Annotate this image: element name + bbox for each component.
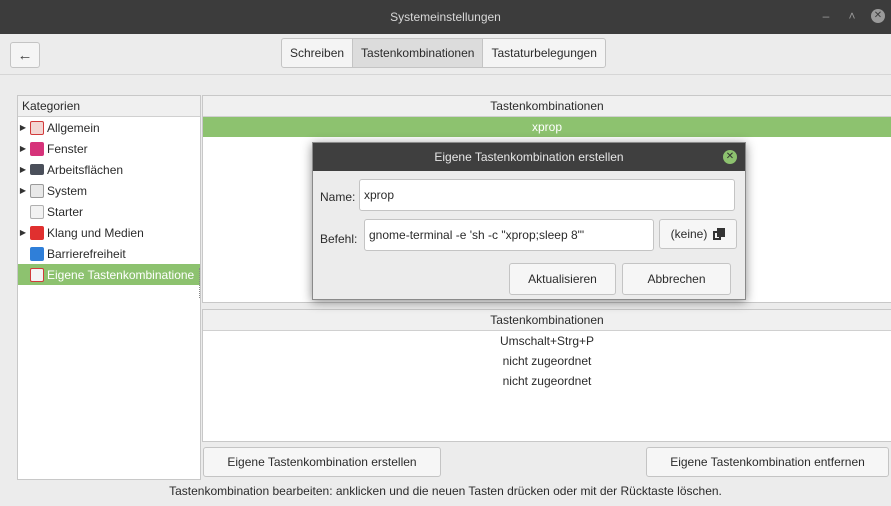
system-icon <box>30 183 44 198</box>
tab-schreiben[interactable]: Schreiben <box>281 38 354 68</box>
category-starter[interactable]: Starter <box>18 201 200 222</box>
category-label: Starter <box>47 204 84 219</box>
custom-shortcut-icon <box>30 267 44 282</box>
category-label: System <box>47 183 88 198</box>
expander-icon[interactable]: ▶ <box>18 228 28 237</box>
custom-shortcut-dialog: Eigene Tastenkombination erstellen ✕ Nam… <box>312 142 746 300</box>
tab-tastaturbelegungen[interactable]: Tastaturbelegungen <box>482 38 606 68</box>
shortcut-row-xprop[interactable]: xprop <box>203 117 891 137</box>
bindings-header: Tastenkombinationen <box>203 310 891 331</box>
dialog-close-icon[interactable]: ✕ <box>723 150 737 164</box>
pane-resize-handle[interactable] <box>199 268 201 298</box>
minimize-icon[interactable]: – <box>819 9 833 23</box>
shortcuts-header: Tastenkombinationen <box>203 96 891 117</box>
window-controls: – ˄ ✕ <box>819 9 885 23</box>
command-label: Befehl: <box>320 232 358 246</box>
remove-shortcut-button[interactable]: Eigene Tastenkombination entfernen <box>646 447 889 477</box>
binding-row[interactable]: nicht zugeordnet <box>203 351 891 371</box>
category-label: Barrierefreiheit <box>47 246 126 261</box>
expander-icon[interactable]: ▶ <box>18 123 28 132</box>
expander-icon[interactable]: ▶ <box>18 186 28 195</box>
name-input[interactable]: xprop <box>359 179 735 211</box>
back-button[interactable]: ← <box>10 42 40 68</box>
category-allgemein[interactable]: ▶ Allgemein <box>18 117 200 138</box>
category-label: Eigene Tastenkombinatione <box>47 267 195 282</box>
window-icon <box>30 141 44 156</box>
general-icon <box>30 120 44 135</box>
media-icon <box>30 225 44 240</box>
window-title: Systemeinstellungen <box>390 10 501 24</box>
cancel-button[interactable]: Abbrechen <box>622 263 731 295</box>
dialog-titlebar: Eigene Tastenkombination erstellen ✕ <box>313 143 745 171</box>
bindings-panel: Tastenkombinationen Umschalt+Strg+P nich… <box>202 309 891 442</box>
category-fenster[interactable]: ▶ Fenster <box>18 138 200 159</box>
category-klang-und-medien[interactable]: ▶ Klang und Medien <box>18 222 200 243</box>
categories-header: Kategorien <box>18 96 200 117</box>
category-barrierefreiheit[interactable]: Barrierefreiheit <box>18 243 200 264</box>
tab-tastenkombinationen[interactable]: Tastenkombinationen <box>352 38 484 68</box>
header-divider <box>0 74 891 75</box>
category-label: Fenster <box>47 141 88 156</box>
categories-panel: Kategorien ▶ Allgemein ▶ Fenster ▶ Arbei… <box>17 95 201 480</box>
category-label: Allgemein <box>47 120 100 135</box>
starter-icon <box>30 204 44 219</box>
category-arbeitsflaechen[interactable]: ▶ Arbeitsflächen <box>18 159 200 180</box>
update-button[interactable]: Aktualisieren <box>509 263 616 295</box>
binding-row[interactable]: nicht zugeordnet <box>203 371 891 391</box>
expander-icon[interactable]: ▶ <box>18 144 28 153</box>
dialog-title: Eigene Tastenkombination erstellen <box>434 150 624 164</box>
window-titlebar: Systemeinstellungen – ˄ ✕ <box>0 0 891 34</box>
binding-row[interactable]: Umschalt+Strg+P <box>203 331 891 351</box>
name-label: Name: <box>320 190 356 204</box>
status-text: Tastenkombination bearbeiten: anklicken … <box>169 484 722 498</box>
close-icon[interactable]: ✕ <box>871 9 885 23</box>
maximize-icon[interactable]: ˄ <box>845 9 859 23</box>
keybinding-none-button[interactable]: (keine) <box>659 219 737 249</box>
command-input[interactable]: gnome-terminal -e 'sh -c "xprop;sleep 8"… <box>364 219 654 251</box>
category-label: Arbeitsflächen <box>47 162 124 177</box>
category-eigene-tastenkombinationen[interactable]: Eigene Tastenkombinatione <box>18 264 200 285</box>
expander-icon[interactable]: ▶ <box>18 165 28 174</box>
accessibility-icon <box>30 246 44 261</box>
workspace-icon <box>30 164 44 175</box>
copy-icon <box>713 228 726 240</box>
tab-bar: Schreiben Tastenkombinationen Tastaturbe… <box>281 38 606 68</box>
back-arrow-icon: ← <box>17 46 33 64</box>
create-shortcut-button[interactable]: Eigene Tastenkombination erstellen <box>203 447 441 477</box>
category-label: Klang und Medien <box>47 225 144 240</box>
keine-label: (keine) <box>670 227 708 241</box>
category-system[interactable]: ▶ System <box>18 180 200 201</box>
